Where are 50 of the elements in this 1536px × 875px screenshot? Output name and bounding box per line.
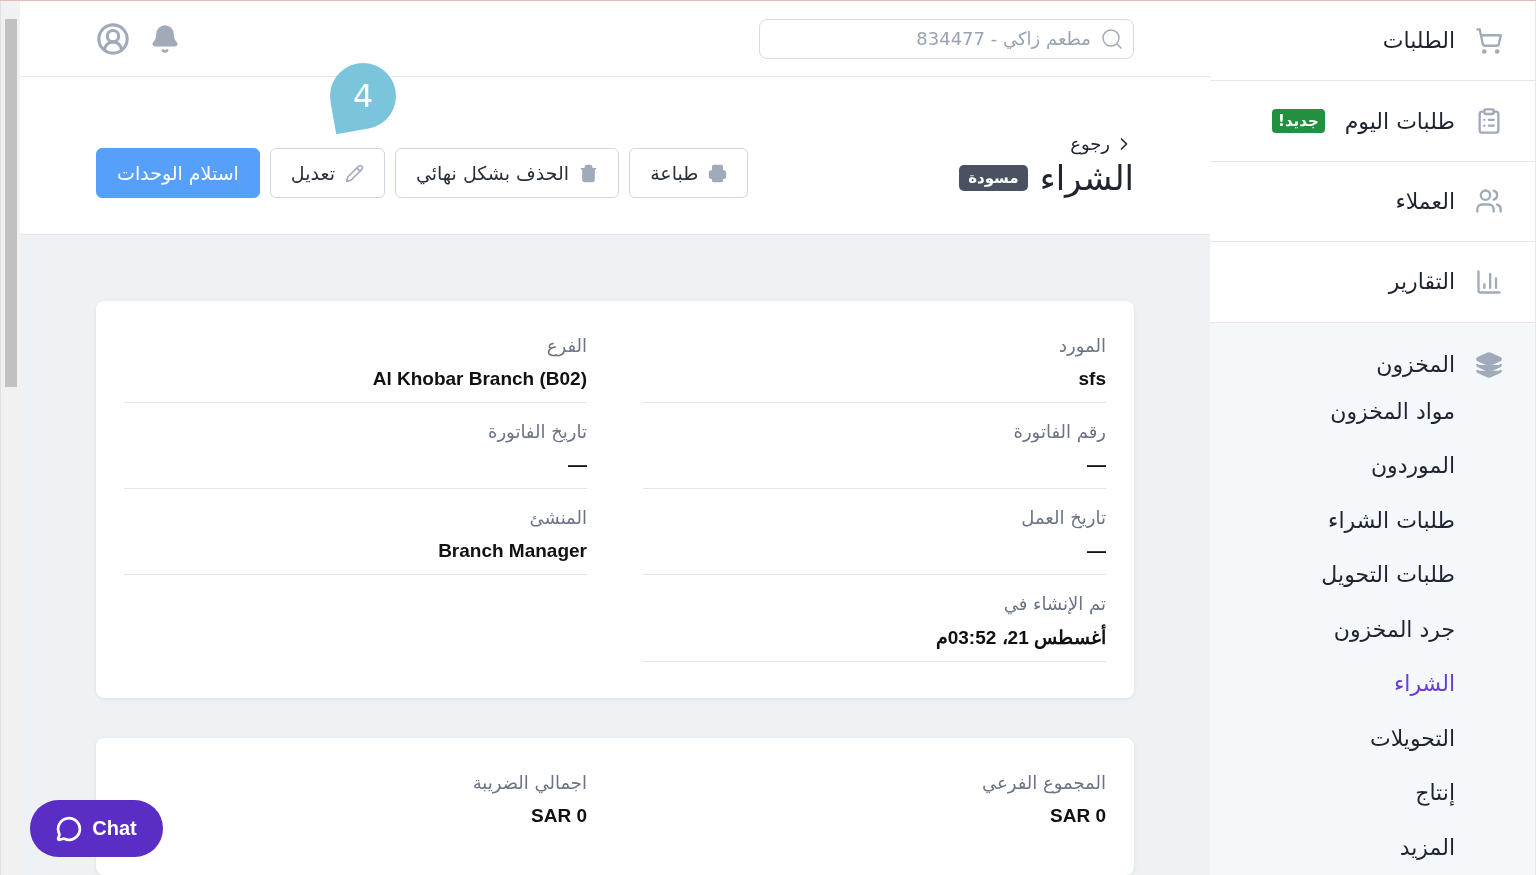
field-value: SAR 0 bbox=[530, 805, 587, 827]
pencil-icon bbox=[344, 163, 364, 183]
field-label: المجموع الفرعي bbox=[981, 772, 1106, 793]
field-value: SAR 0 bbox=[1049, 805, 1106, 827]
print-button[interactable]: طباعة bbox=[629, 148, 749, 198]
sidebar-subitem[interactable]: جرد المخزون bbox=[1210, 602, 1535, 657]
user-avatar-icon[interactable] bbox=[96, 21, 130, 56]
field-label: اجمالي الضريبة bbox=[471, 772, 587, 793]
chat-button[interactable]: Chat bbox=[30, 800, 163, 857]
page-title: الشراء bbox=[1039, 158, 1134, 198]
sidebar-item[interactable]: التقارير bbox=[1210, 242, 1535, 323]
field-value: — bbox=[1086, 454, 1106, 476]
trash-icon bbox=[579, 163, 599, 183]
sidebar-group[interactable]: المخزون bbox=[1210, 344, 1535, 385]
speech-bubble-icon bbox=[56, 815, 83, 842]
sidebar-item[interactable]: العملاء bbox=[1210, 161, 1535, 243]
printer-icon bbox=[708, 163, 728, 183]
field-label: المنشئ bbox=[528, 507, 587, 528]
sidebar-subitem[interactable]: الشراء bbox=[1210, 657, 1535, 712]
field-value: Al Khobar Branch (B02) bbox=[371, 368, 587, 390]
edit-button[interactable]: تعديل bbox=[269, 148, 385, 198]
back-link[interactable]: رجوع bbox=[1070, 133, 1134, 154]
field-value: — bbox=[1086, 540, 1106, 562]
field-label: تاريخ الفاتورة bbox=[486, 421, 587, 442]
new-badge: جديد! bbox=[1272, 109, 1325, 134]
delete-button[interactable]: الحذف بشكل نهائي bbox=[394, 148, 620, 198]
sidebar-item[interactable]: طلبات اليوم جديد! bbox=[1210, 81, 1535, 162]
sidebar-subitem[interactable]: التحويلات bbox=[1210, 711, 1535, 766]
field-value: — bbox=[567, 454, 587, 476]
field-label: تم الإنشاء في bbox=[1002, 593, 1106, 614]
field-value: أغسطس 21، 03:52م bbox=[643, 626, 1106, 649]
sidebar-item[interactable]: الطلبات bbox=[1210, 1, 1535, 82]
sidebar-subitem[interactable]: إنتاج bbox=[1210, 766, 1535, 821]
sidebar-subitem[interactable]: مواد المخزون bbox=[1210, 384, 1535, 439]
search-icon bbox=[1100, 26, 1124, 51]
scrollbar[interactable] bbox=[0, 1, 20, 875]
layers-icon bbox=[1475, 350, 1503, 379]
sidebar-subitem[interactable]: طلبات الشراء bbox=[1210, 493, 1535, 548]
status-badge: مسودة bbox=[959, 165, 1028, 191]
field-label: المورد bbox=[1058, 335, 1106, 356]
sidebar-subitem[interactable]: طلبات التحويل bbox=[1210, 548, 1535, 603]
search-field[interactable]: مطعم زاكي - 834477 bbox=[759, 18, 1134, 59]
field-value: sfs bbox=[1077, 368, 1106, 390]
field-label: الفرع bbox=[545, 335, 587, 356]
field-label: تاريخ العمل bbox=[1020, 507, 1106, 528]
field-value: Branch Manager bbox=[437, 540, 587, 562]
sidebar-subitem[interactable]: الموردون bbox=[1210, 439, 1535, 494]
sidebar-subitem[interactable]: المزيد bbox=[1210, 820, 1535, 875]
notifications-icon[interactable] bbox=[150, 23, 180, 54]
field-label: رقم الفاتورة bbox=[1012, 421, 1106, 442]
